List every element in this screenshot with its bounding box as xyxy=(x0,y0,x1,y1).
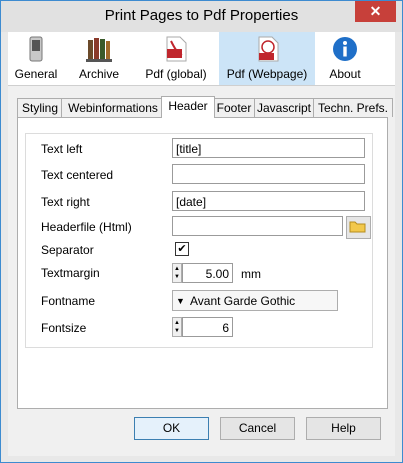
separator-label: Separator xyxy=(41,243,94,257)
text-right-input[interactable]: [date] xyxy=(172,191,365,211)
text-left-input[interactable]: [title] xyxy=(172,138,365,158)
toolbar-label: Pdf (global) xyxy=(145,67,207,81)
category-toolbar: General Archive Pdf (global) Pdf (Webpag… xyxy=(8,32,395,86)
spin-down-icon[interactable]: ▼ xyxy=(174,328,180,334)
separator-checkbox[interactable]: ✔ xyxy=(175,242,189,256)
cancel-button[interactable]: Cancel xyxy=(220,417,295,440)
headerfile-input[interactable] xyxy=(172,216,343,236)
spin-up-icon[interactable]: ▲ xyxy=(174,320,180,326)
toolbar-label: General xyxy=(14,67,58,81)
toolbar-item-archive[interactable]: Archive xyxy=(68,32,130,85)
text-centered-label: Text centered xyxy=(41,168,114,182)
ok-button[interactable]: OK xyxy=(134,417,209,440)
textmargin-label: Textmargin xyxy=(41,266,100,280)
headerfile-label: Headerfile (Html) xyxy=(41,220,132,234)
tab-strip: Styling Webinformations Header Footer Ja… xyxy=(17,96,395,118)
fontname-select[interactable]: ▼ Avant Garde Gothic xyxy=(172,290,338,311)
fontsize-input[interactable]: 6 xyxy=(182,317,233,337)
fontname-value: Avant Garde Gothic xyxy=(190,294,296,308)
fontsize-spinner[interactable]: ▲ ▼ xyxy=(172,317,182,337)
toolbar-item-pdf-global[interactable]: Pdf (global) xyxy=(137,32,215,85)
pdf-web-icon xyxy=(258,36,279,62)
toolbar-item-about[interactable]: About xyxy=(319,32,371,85)
spin-up-icon[interactable]: ▲ xyxy=(174,266,180,272)
toolbar-item-general[interactable]: General xyxy=(8,32,64,85)
tab-footer[interactable]: Footer xyxy=(212,98,256,117)
tab-javascript[interactable]: Javascript xyxy=(254,98,314,117)
toolbar-label: About xyxy=(329,67,361,81)
toolbar-label: Archive xyxy=(78,67,119,81)
toolbar-label: Pdf (Webpage) xyxy=(226,67,308,81)
textmargin-input[interactable]: 5.00 xyxy=(182,263,233,283)
properties-dialog: Print Pages to Pdf Properties ✕ General … xyxy=(0,0,403,463)
fontsize-label: Fontsize xyxy=(41,321,87,335)
title-bar: Print Pages to Pdf Properties ✕ xyxy=(1,1,402,32)
browse-folder-button[interactable] xyxy=(346,216,371,239)
pdf-icon xyxy=(166,36,187,62)
tab-webinformations[interactable]: Webinformations xyxy=(61,98,165,117)
close-button[interactable]: ✕ xyxy=(355,1,396,22)
spin-down-icon[interactable]: ▼ xyxy=(174,274,180,280)
info-icon xyxy=(333,37,357,61)
help-button[interactable]: Help xyxy=(306,417,381,440)
folder-icon xyxy=(349,221,366,233)
text-centered-input[interactable] xyxy=(172,164,365,184)
tab-header[interactable]: Header xyxy=(161,96,215,118)
window-title: Print Pages to Pdf Properties xyxy=(104,7,299,24)
text-right-label: Text right xyxy=(41,195,90,209)
tab-techn-prefs[interactable]: Techn. Prefs. xyxy=(313,98,393,117)
switch-icon xyxy=(29,36,43,62)
textmargin-unit: mm xyxy=(241,267,261,281)
tab-styling[interactable]: Styling xyxy=(17,98,63,117)
fontname-label: Fontname xyxy=(41,294,96,308)
books-icon xyxy=(86,38,112,62)
text-left-label: Text left xyxy=(41,142,83,156)
textmargin-spinner[interactable]: ▲ ▼ xyxy=(172,263,182,283)
toolbar-item-pdf-webpage[interactable]: Pdf (Webpage) xyxy=(219,32,315,85)
chevron-down-icon: ▼ xyxy=(176,296,185,306)
